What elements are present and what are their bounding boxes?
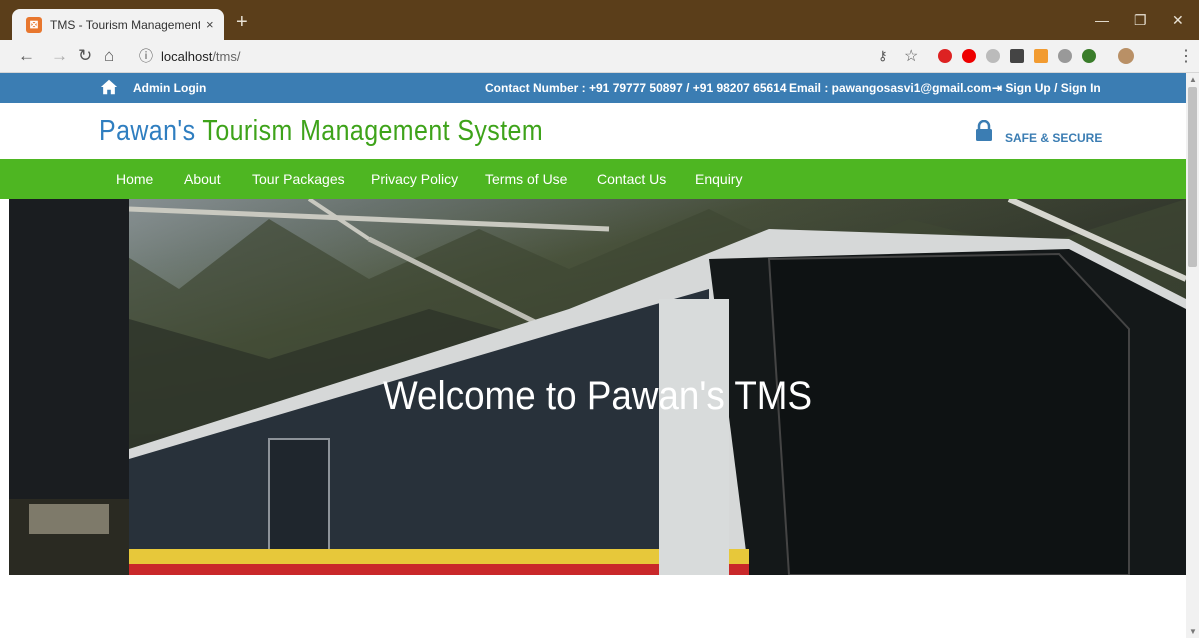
tab-title: TMS - Tourism Management Syst <box>50 17 200 32</box>
sign-in-icon: ⇥ <box>992 81 1003 95</box>
scroll-down-icon[interactable]: ▼ <box>1189 627 1197 636</box>
cloud-icon[interactable] <box>1058 49 1072 63</box>
main-nav: Home About Tour Packages Privacy Policy … <box>0 159 1186 199</box>
adblock-icon[interactable] <box>938 49 952 63</box>
browser-tab[interactable]: ⊠ TMS - Tourism Management Syst × <box>12 9 224 40</box>
nav-enquiry[interactable]: Enquiry <box>695 171 742 187</box>
close-window-button[interactable]: ✕ <box>1172 12 1184 29</box>
nav-privacy-policy[interactable]: Privacy Policy <box>371 171 458 187</box>
logo-part-1: Pawan's <box>99 115 196 147</box>
new-tab-button[interactable]: + <box>236 12 248 32</box>
home-icon <box>100 79 118 95</box>
sign-in-label: Sign Up / Sign In <box>1005 81 1101 95</box>
page-scrollbar[interactable]: ▲ ▼ <box>1186 73 1199 638</box>
extension-badge-icon[interactable] <box>1082 49 1096 63</box>
hero-banner: Welcome to Pawan's TMS <box>9 199 1186 575</box>
hero-title: Welcome to Pawan's TMS <box>382 374 813 418</box>
nav-home[interactable]: Home <box>116 171 153 187</box>
nav-tour-packages[interactable]: Tour Packages <box>252 171 345 187</box>
top-info-bar: Admin Login Contact Number : +91 79777 5… <box>0 73 1186 103</box>
scroll-thumb[interactable] <box>1188 87 1197 267</box>
contact-number: Contact Number : +91 79777 50897 / +91 9… <box>485 81 787 95</box>
extension-icon[interactable] <box>986 49 1000 63</box>
logo-part-2: Tourism Management System <box>202 115 544 147</box>
key-icon[interactable]: ⚷ <box>878 48 888 64</box>
site-header: Pawan's Tourism Management System SAFE &… <box>0 103 1186 159</box>
star-icon[interactable]: ☆ <box>904 46 918 66</box>
browser-titlebar: ⊠ TMS - Tourism Management Syst × + — ❐ … <box>0 0 1199 40</box>
menu-icon[interactable]: ⋮ <box>1178 46 1194 66</box>
scroll-up-icon[interactable]: ▲ <box>1189 75 1197 84</box>
nav-terms-of-use[interactable]: Terms of Use <box>485 171 567 187</box>
avatar[interactable] <box>1118 48 1134 64</box>
admin-login-link[interactable]: Admin Login <box>133 81 206 95</box>
url-text: localhost/tms/ <box>161 48 241 64</box>
back-icon[interactable]: ← <box>18 46 35 66</box>
forward-icon[interactable]: → <box>51 46 68 66</box>
maximize-button[interactable]: ❐ <box>1134 12 1147 29</box>
sign-in-link[interactable]: ⇥ Sign Up / Sign In <box>992 81 1101 95</box>
opera-icon[interactable] <box>962 49 976 63</box>
rss-icon[interactable] <box>1034 49 1048 63</box>
address-bar[interactable]: ⓘ localhost/tms/ <box>129 43 999 69</box>
tab-close-icon[interactable]: × <box>206 17 214 32</box>
browser-toolbar: ← → ↻ ⌂ ⓘ localhost/tms/ ⚷ ☆ ⋮ <box>0 40 1199 73</box>
info-icon[interactable]: ⓘ <box>139 46 153 66</box>
contact-email: Email : pawangosasvi1@gmail.com <box>789 81 992 95</box>
web-page: Admin Login Contact Number : +91 79777 5… <box>0 73 1186 638</box>
favicon-icon: ⊠ <box>26 16 42 33</box>
nav-about[interactable]: About <box>184 171 221 187</box>
reload-icon[interactable]: ↻ <box>78 46 92 66</box>
site-logo[interactable]: Pawan's Tourism Management System <box>99 115 543 148</box>
nav-contact-us[interactable]: Contact Us <box>597 171 666 187</box>
selenium-icon[interactable] <box>1010 49 1024 63</box>
lock-icon <box>976 120 992 141</box>
safe-secure-label: SAFE & SECURE <box>1005 131 1103 145</box>
minimize-button[interactable]: — <box>1095 12 1109 28</box>
home-browser-icon[interactable]: ⌂ <box>104 46 114 66</box>
